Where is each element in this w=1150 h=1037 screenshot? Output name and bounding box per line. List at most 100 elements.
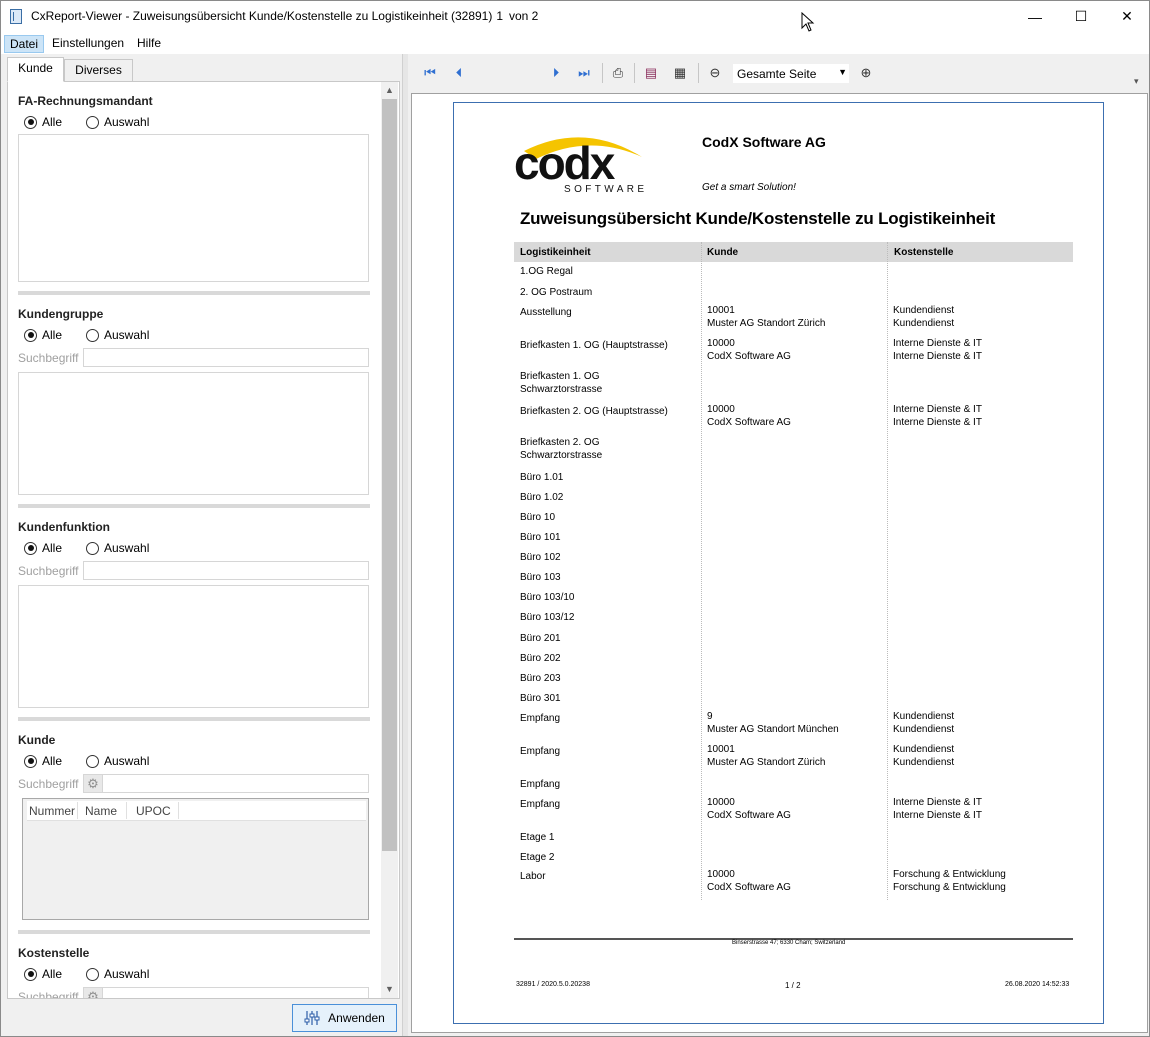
minimize-button[interactable]: — [1012, 1, 1058, 32]
table-cell: Ausstellung [520, 307, 572, 318]
kundenfunktion-search-input[interactable] [83, 561, 369, 580]
separator [18, 930, 370, 934]
table-cell: Kundendienst [893, 318, 955, 329]
toolbar-divider [602, 63, 603, 83]
table-cell: CodX Software AG [707, 810, 791, 821]
zoom-select[interactable]: Gesamte Seite ▼ [732, 63, 850, 84]
vertical-scrollbar[interactable]: ▲ ▼ [381, 82, 398, 998]
table-cell: Schwarztorstrasse [520, 450, 603, 461]
separator [18, 504, 370, 508]
radio-checked-icon [24, 967, 37, 981]
table-cell: Kundendienst [893, 711, 955, 722]
radio-checked-icon [24, 541, 37, 555]
app-icon [10, 9, 22, 24]
fa-select-radio[interactable]: Auswahl [86, 115, 149, 129]
kundengruppe-section-title: Kundengruppe [18, 307, 104, 321]
table-cell: Büro 10 [520, 512, 556, 523]
next-page-icon[interactable]: ⏵ [546, 63, 566, 83]
scroll-up-icon[interactable]: ▲ [381, 82, 398, 99]
radio-label: Alle [42, 754, 63, 768]
fa-all-radio[interactable]: Alle [24, 115, 62, 129]
table-cell: Büro 1.02 [520, 492, 564, 503]
page-number-input[interactable]: 1 [479, 9, 503, 23]
fa-section-title: FA-Rechnungsmandant [18, 94, 153, 108]
menu-hilfe[interactable]: Hilfe [132, 35, 166, 53]
radio-checked-icon [24, 328, 37, 342]
kostenstelle-search-label: Suchbegriff [18, 990, 79, 999]
toolbar-divider [698, 63, 699, 83]
menu-datei[interactable]: Datei [4, 35, 45, 53]
kostenstelle-select-radio[interactable]: Auswahl [86, 967, 149, 981]
table-cell: 10001 [707, 305, 735, 316]
previous-page-icon[interactable]: ⏴ [449, 63, 469, 83]
table-cell: CodX Software AG [707, 351, 791, 362]
radio-label: Alle [42, 115, 63, 129]
codx-logo: codx SOFTWARE [514, 137, 644, 195]
scroll-thumb[interactable] [382, 99, 397, 851]
kostenstelle-all-radio[interactable]: Alle [24, 967, 62, 981]
table-cell: Interne Dienste & IT [893, 417, 982, 428]
export-pdf-icon[interactable]: ▤ [641, 63, 661, 83]
toolbar-overflow-icon[interactable]: ▾ [1134, 76, 1139, 87]
kunde-select-radio[interactable]: Auswahl [86, 754, 149, 768]
kundenfunktion-search-label: Suchbegriff [18, 564, 79, 578]
kundenfunktion-select-radio[interactable]: Auswahl [86, 541, 149, 555]
table-cell: Muster AG Standort Zürich [707, 757, 826, 768]
kunde-all-radio[interactable]: Alle [24, 754, 62, 768]
fa-listbox[interactable] [18, 134, 369, 282]
radio-checked-icon [24, 754, 37, 768]
table-cell: Etage 2 [520, 852, 555, 863]
column-name[interactable]: Name [85, 804, 117, 818]
company-name: CodX Software AG [702, 134, 826, 150]
kundenfunktion-all-radio[interactable]: Alle [24, 541, 62, 555]
kundengruppe-listbox[interactable] [18, 372, 369, 495]
separator [18, 291, 370, 295]
maximize-button[interactable]: ☐ [1058, 1, 1104, 32]
scroll-down-icon[interactable]: ▼ [381, 981, 398, 998]
table-cell: Büro 202 [520, 653, 561, 664]
kostenstelle-search-input[interactable] [83, 987, 369, 998]
gear-icon[interactable]: ⚙ [83, 987, 103, 998]
table-cell: Kundendienst [893, 757, 955, 768]
kundenfunktion-listbox[interactable] [18, 585, 369, 708]
radio-label: Auswahl [104, 328, 150, 342]
radio-label: Auswahl [104, 754, 150, 768]
menu-einstellungen[interactable]: Einstellungen [47, 35, 129, 53]
app-window: CxReport-Viewer - Zuweisungsübersicht Ku… [0, 0, 1150, 1037]
table-cell: Etage 1 [520, 832, 555, 843]
page-count-label: von 2 [509, 9, 539, 23]
kundenfunktion-section-title: Kundenfunktion [18, 520, 110, 534]
table-cell: Forschung & Entwicklung [893, 869, 1006, 880]
window-title: CxReport-Viewer - Zuweisungsübersicht Ku… [31, 9, 493, 23]
kunde-search-input[interactable] [83, 774, 369, 793]
radio-checked-icon [24, 115, 37, 129]
tab-diverses[interactable]: Diverses [64, 59, 133, 82]
tab-kunde[interactable]: Kunde [7, 57, 64, 82]
tab-content: FA-Rechnungsmandant Alle Auswahl Kundeng… [7, 81, 400, 999]
gear-icon[interactable]: ⚙ [83, 774, 103, 793]
menu-bar: Datei Einstellungen Hilfe [1, 32, 1149, 54]
apply-button[interactable]: Anwenden [292, 1004, 397, 1032]
table-cell: Kundendienst [893, 724, 955, 735]
kundengruppe-select-radio[interactable]: Auswahl [86, 328, 149, 342]
panel-splitter[interactable] [402, 54, 408, 1036]
table-cell: Briefkasten 1. OG (Hauptstrasse) [520, 340, 668, 351]
kundengruppe-search-input[interactable] [83, 348, 369, 367]
last-page-icon[interactable]: ⏭ [574, 63, 594, 83]
table-cell: Muster AG Standort Zürich [707, 318, 826, 329]
kunde-grid[interactable]: Nummer Name UPOC [22, 798, 369, 920]
zoom-out-icon[interactable]: ⊖ [705, 63, 725, 83]
table-cell: 9 [707, 711, 713, 722]
radio-label: Alle [42, 541, 63, 555]
zoom-in-icon[interactable]: ⊕ [856, 63, 876, 83]
kunde-section-title: Kunde [18, 733, 56, 747]
first-page-icon[interactable]: ⏮ [420, 63, 440, 83]
print-icon[interactable]: ⎙ [608, 63, 628, 83]
footer-timestamp: 26.08.2020 14:52:33 [1005, 981, 1070, 988]
column-upoc[interactable]: UPOC [136, 804, 171, 818]
kundengruppe-all-radio[interactable]: Alle [24, 328, 62, 342]
column-nummer[interactable]: Nummer [29, 804, 75, 818]
close-button[interactable]: ✕ [1104, 1, 1150, 32]
export-icon[interactable]: ▦ [670, 63, 690, 83]
chevron-down-icon: ▼ [838, 67, 847, 77]
